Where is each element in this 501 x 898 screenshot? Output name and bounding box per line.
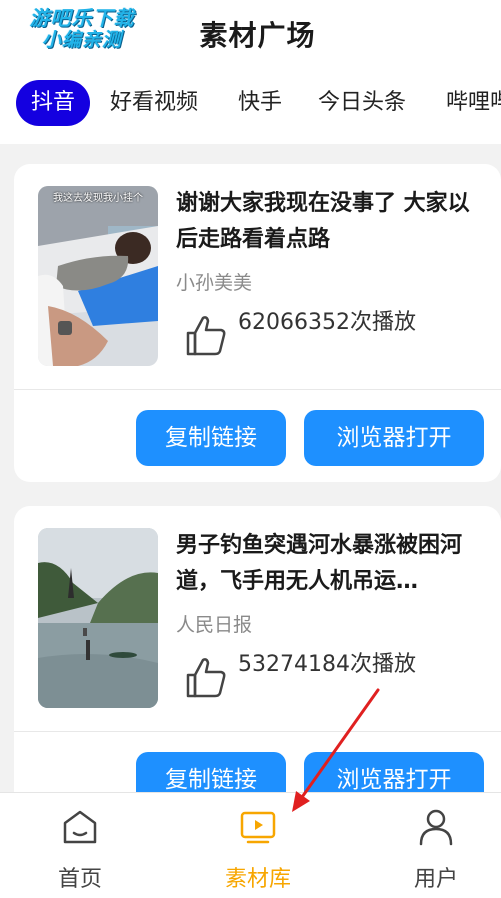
tab-haokan[interactable]: 好看视频	[110, 80, 198, 126]
video-title[interactable]: 谢谢大家我现在没事了 大家以后走路看着点路	[176, 186, 488, 258]
play-count: 62066352次播放	[238, 310, 416, 335]
nav-label: 素材库	[224, 867, 291, 892]
thumbs-up-icon[interactable]	[184, 314, 228, 358]
video-author: 人民日报	[176, 614, 253, 636]
user-icon	[419, 809, 453, 846]
open-in-browser-button[interactable]: 浏览器打开	[304, 410, 484, 466]
thumbs-up-icon[interactable]	[184, 656, 228, 700]
tab-kuaishou[interactable]: 快手	[238, 80, 282, 126]
tab-bilibili[interactable]: 哔哩哔	[446, 80, 501, 126]
nav-label: 首页	[57, 867, 102, 892]
page-title: 素材广场	[199, 19, 316, 52]
nav-home[interactable]: 首页	[20, 793, 140, 898]
video-thumbnail[interactable]	[38, 528, 158, 708]
home-icon	[63, 810, 97, 844]
play-count: 53274184次播放	[238, 652, 416, 677]
video-author: 小孙美美	[176, 272, 253, 294]
video-thumbnail[interactable]: 我这去发现我小挂个	[38, 186, 158, 366]
tv-library-icon	[240, 811, 276, 844]
video-card: 我这去发现我小挂个 谢谢大家我现在没事了 大家以后走路看着点路 小孙美美 620…	[14, 164, 501, 482]
video-card: 男子钓鱼突遇河水暴涨被困河道，飞手用无人机吊运… 人民日报 53274184次播…	[14, 506, 501, 824]
tab-toutiao[interactable]: 今日头条	[318, 80, 406, 126]
bottom-nav: 首页 素材库 用户	[0, 792, 501, 898]
nav-material-library[interactable]: 素材库	[198, 793, 318, 898]
copy-link-button[interactable]: 复制链接	[136, 410, 286, 466]
thumbnail-caption: 我这去发现我小挂个	[53, 193, 143, 204]
platform-tabs: 抖音 好看视频 快手 今日头条 哔哩哔	[0, 66, 501, 144]
header: 游吧乐下载 小编亲测 素材广场	[0, 0, 501, 66]
nav-label: 用户	[413, 867, 458, 892]
video-info: 我这去发现我小挂个 谢谢大家我现在没事了 大家以后走路看着点路 小孙美美 620…	[14, 164, 501, 390]
nav-user[interactable]: 用户	[376, 793, 496, 898]
video-title[interactable]: 男子钓鱼突遇河水暴涨被困河道，飞手用无人机吊运…	[176, 528, 488, 600]
tab-douyin[interactable]: 抖音	[16, 80, 91, 126]
video-info: 男子钓鱼突遇河水暴涨被困河道，飞手用无人机吊运… 人民日报 53274184次播…	[14, 506, 501, 732]
